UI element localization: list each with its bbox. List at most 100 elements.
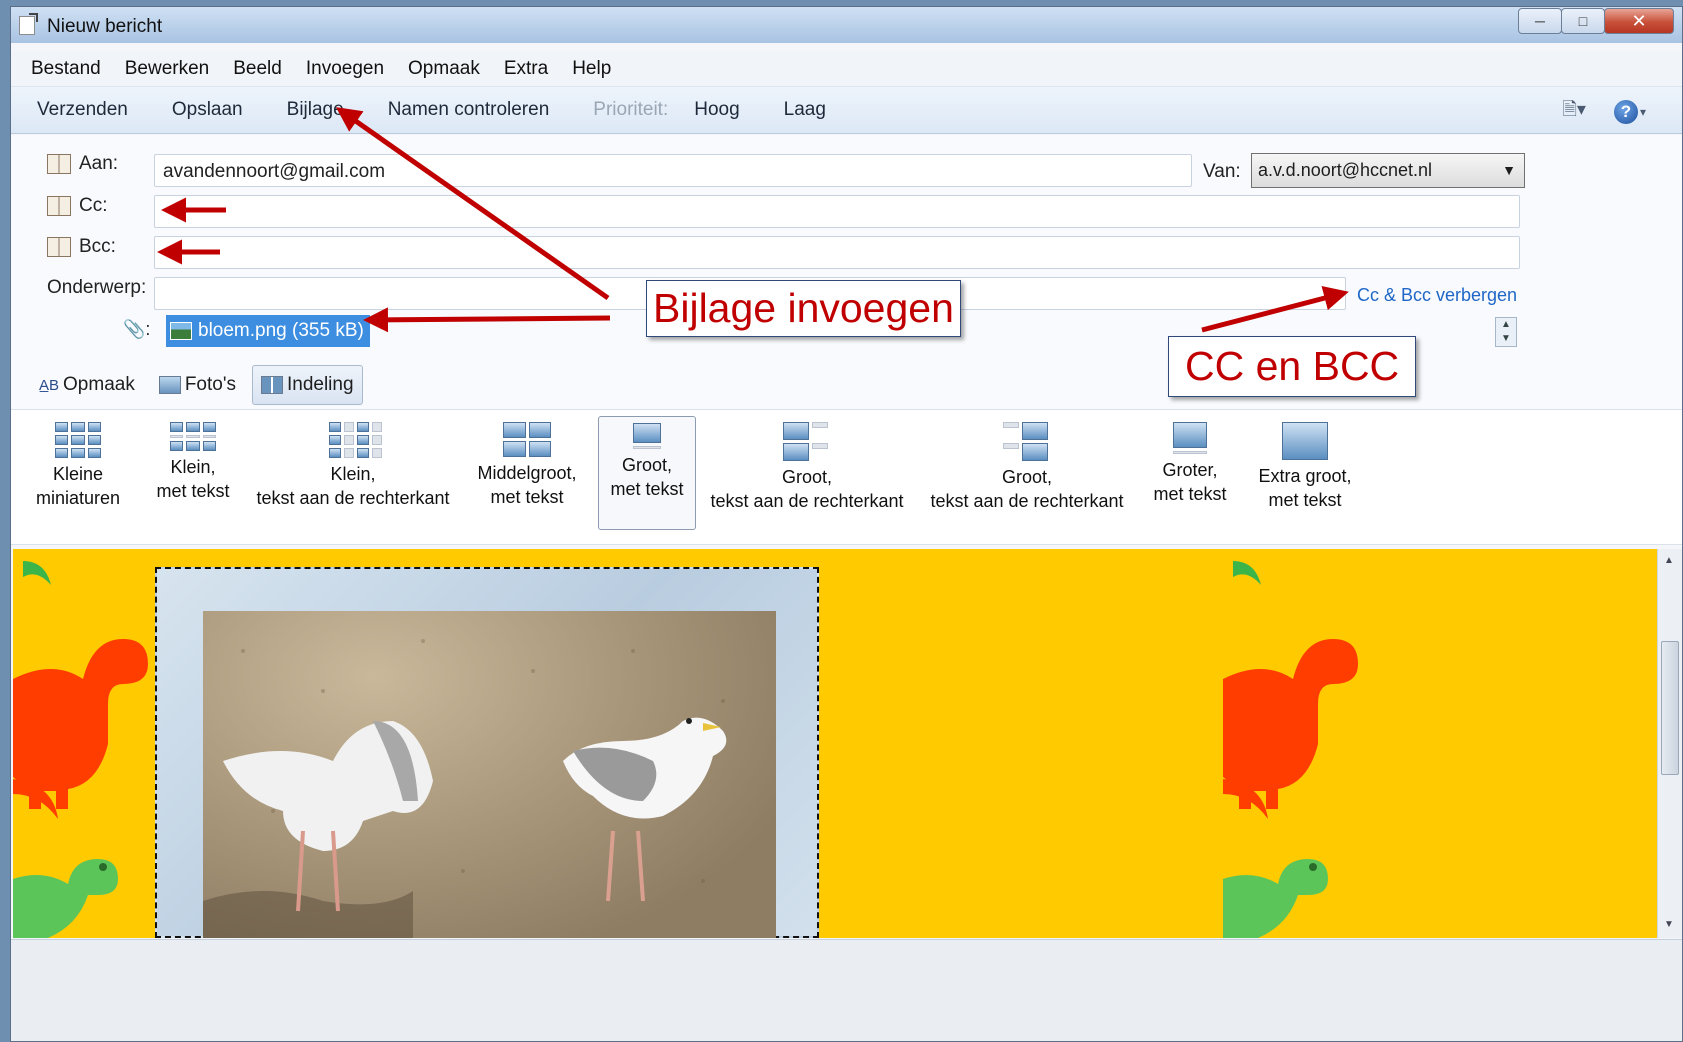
from-select[interactable]: a.v.d.noort@hccnet.nl ▼: [1251, 153, 1525, 188]
tab-fotos-label: Foto's: [184, 374, 236, 395]
paperclip-icon: 📎:: [123, 319, 151, 339]
editor-scrollbar[interactable]: ▲ ▼: [1657, 549, 1682, 938]
save-button[interactable]: Opslaan: [172, 99, 243, 121]
help-icon[interactable]: ?: [1613, 100, 1638, 124]
layout-label-1: Groot,: [621, 455, 673, 475]
from-label-text: Van:: [1203, 161, 1241, 182]
subject-label-text: Onderwerp:: [47, 277, 147, 298]
layout-option[interactable]: Groter, met tekst: [1147, 422, 1233, 506]
check-names-button[interactable]: Namen controleren: [388, 99, 550, 121]
maximize-button[interactable]: □: [1561, 8, 1605, 34]
scroll-up-icon[interactable]: ▲: [1664, 555, 1674, 566]
tab-fotos[interactable]: Foto's: [151, 365, 244, 405]
scroll-thumb[interactable]: [1661, 641, 1679, 775]
new-message-icon: [19, 16, 35, 35]
layout-label-1: Middelgroot,: [477, 463, 577, 483]
menu-beeld[interactable]: Beeld: [221, 58, 294, 80]
attachment-name: bloem.png (355 kB): [198, 320, 364, 341]
menu-bewerken[interactable]: Bewerken: [113, 58, 222, 80]
tab-opmaak[interactable]: A̲B Opmaak: [31, 365, 143, 405]
layout-option[interactable]: Klein, tekst aan de rechterkant: [251, 422, 455, 510]
layout-label-1: Groot,: [1001, 467, 1053, 487]
seagulls-photo[interactable]: [203, 611, 776, 938]
priority-low-button[interactable]: Laag: [784, 99, 826, 121]
window-controls: ─ □ ✕: [1518, 8, 1674, 34]
help-menu[interactable]: ? ▾: [1613, 100, 1646, 124]
image-frame[interactable]: [155, 567, 819, 938]
toolbar: Verzenden Opslaan Bijlage Namen controle…: [11, 87, 1682, 134]
attach-callout: Bijlage invoegen: [646, 280, 961, 337]
large-with-text-icon: [633, 423, 661, 449]
hide-cc-bcc-link[interactable]: Cc & Bcc verbergen: [1357, 285, 1517, 306]
tab-indeling[interactable]: Indeling: [251, 365, 363, 405]
attachment-scroll[interactable]: ▲ ▼: [1495, 317, 1517, 347]
bcc-field[interactable]: [154, 236, 1520, 269]
layout-label-2: met tekst: [1153, 484, 1227, 504]
compose-window: Nieuw bericht ─ □ ✕ Bestand Bewerken Bee…: [10, 6, 1683, 1042]
encoding-menu-icon[interactable]: 🗎▾: [1562, 97, 1586, 127]
layout-label-2: met tekst: [610, 479, 684, 499]
image-file-icon: [170, 322, 192, 340]
layout-label-2: tekst aan de rechterkant: [930, 491, 1124, 511]
chevron-down-icon: ▾: [1639, 105, 1646, 119]
menu-opmaak[interactable]: Opmaak: [396, 58, 492, 80]
layout-label-2: tekst aan de rechterkant: [710, 491, 904, 511]
layout-option-selected[interactable]: Groot, met tekst: [598, 416, 696, 530]
cc-label: Cc:: [79, 195, 108, 216]
menu-bestand[interactable]: Bestand: [19, 58, 113, 80]
layout-label-2: met tekst: [156, 481, 230, 501]
layout-option[interactable]: Middelgroot, met tekst: [467, 422, 587, 509]
subject-label: Onderwerp:: [47, 277, 146, 299]
cc-label-group[interactable]: Cc:: [47, 195, 108, 217]
status-bar: [11, 939, 1682, 1041]
layout-option[interactable]: Extra groot, met tekst: [1253, 422, 1357, 512]
bcc-label-group[interactable]: Bcc:: [47, 236, 116, 258]
dino-background-left: [13, 549, 153, 938]
tab-opmaak-label: Opmaak: [63, 374, 135, 395]
to-label-group[interactable]: Aan:: [47, 153, 118, 175]
to-field[interactable]: avandennoort@gmail.com: [154, 154, 1192, 187]
attach-button[interactable]: Bijlage: [287, 99, 344, 121]
priority-high-button[interactable]: Hoog: [694, 99, 739, 121]
menu-help[interactable]: Help: [560, 58, 623, 80]
layout-icon: [260, 376, 283, 394]
extra-large-with-text-icon: [1282, 422, 1328, 460]
layout-option[interactable]: Groot, tekst aan de rechterkant: [709, 422, 905, 513]
scroll-down-icon[interactable]: ▼: [1664, 919, 1674, 930]
layout-option[interactable]: Kleine miniaturen: [25, 422, 131, 510]
send-button[interactable]: Verzenden: [37, 99, 128, 121]
layout-label-1: Kleine: [52, 464, 104, 484]
ribbon-tabs: A̲B Opmaak Foto's Indeling: [31, 365, 363, 405]
layout-label-1: Groter,: [1162, 460, 1218, 480]
layout-option[interactable]: Groot, tekst aan de rechterkant: [929, 422, 1125, 513]
address-book-icon[interactable]: [47, 237, 71, 257]
large-text-right-icon: [783, 422, 831, 461]
dropdown-arrow-icon: ▼: [1502, 162, 1516, 178]
layout-label-2: met tekst: [490, 487, 564, 507]
priority-label: Prioriteit:: [593, 99, 669, 120]
medium-with-text-icon: [503, 422, 551, 457]
window-title: Nieuw bericht: [47, 16, 163, 37]
layout-label-1: Extra groot,: [1258, 466, 1352, 486]
message-body-editor[interactable]: [13, 549, 1657, 938]
menu-invoegen[interactable]: Invoegen: [294, 58, 396, 80]
cc-bcc-callout: CC en BCC: [1168, 336, 1417, 397]
cc-field[interactable]: [154, 195, 1520, 228]
layout-option[interactable]: Klein, met tekst: [145, 422, 241, 503]
menu-extra[interactable]: Extra: [492, 58, 560, 80]
address-book-icon[interactable]: [47, 154, 71, 174]
attachment-item[interactable]: bloem.png (355 kB): [166, 315, 370, 347]
address-book-icon[interactable]: [47, 196, 71, 216]
close-button[interactable]: ✕: [1604, 8, 1674, 34]
tab-indeling-label: Indeling: [286, 374, 354, 395]
layout-label-1: Klein,: [330, 464, 376, 484]
message-header: Aan: avandennoort@gmail.com Van: a.v.d.n…: [11, 135, 1682, 409]
minimize-button[interactable]: ─: [1518, 8, 1562, 34]
from-value: a.v.d.noort@hccnet.nl: [1258, 160, 1433, 180]
toolbar-right: 🗎▾ ? ▾: [1562, 97, 1646, 127]
layout-label-2: tekst aan de rechterkant: [256, 488, 450, 508]
from-label: Van:: [1203, 161, 1241, 183]
layout-label-2: met tekst: [1268, 490, 1342, 510]
bcc-label: Bcc:: [79, 236, 116, 257]
layout-gallery: Kleine miniaturen Klein, met tekst Klein…: [11, 409, 1682, 545]
